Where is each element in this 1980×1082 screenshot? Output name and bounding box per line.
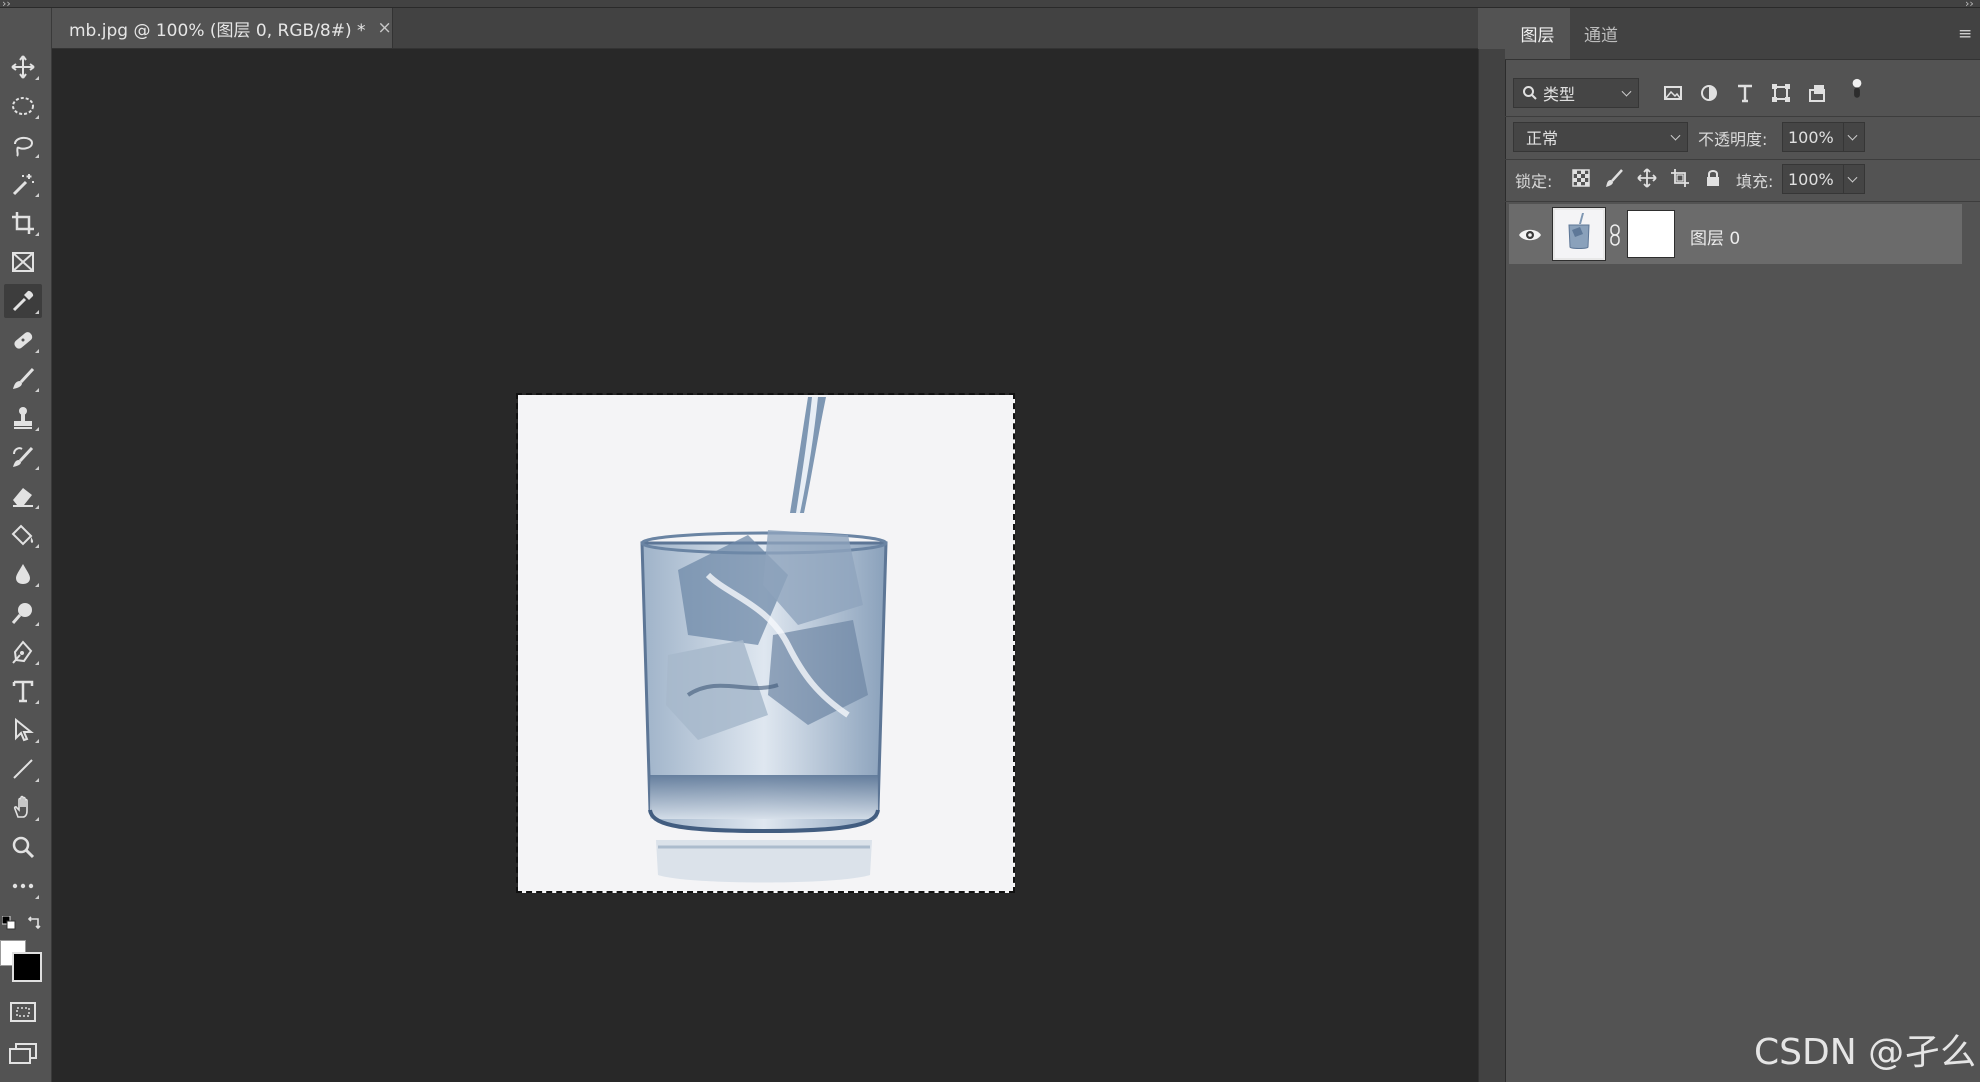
- divider: [1505, 159, 1980, 160]
- hand-tool[interactable]: [4, 791, 42, 825]
- eraser-icon: [13, 488, 33, 507]
- dodge-tool[interactable]: [4, 596, 42, 630]
- fill-label: 填充:: [1736, 172, 1774, 191]
- panel-tabs: 图层 通道: [1505, 8, 1980, 60]
- ellipse-marquee-icon: [12, 97, 34, 115]
- magnifier-icon: [12, 836, 35, 859]
- magic-wand-icon: [12, 174, 34, 196]
- zoom-tool[interactable]: [4, 830, 42, 864]
- layer-mask-thumbnail[interactable]: [1627, 210, 1675, 258]
- collapse-left-icon[interactable]: ››: [2, 0, 11, 9]
- blend-mode-dropdown[interactable]: 正常: [1513, 122, 1688, 152]
- move-icon: [11, 55, 35, 79]
- document-tab[interactable]: mb.jpg @ 100% (图层 0, RGB/8#) * ×: [52, 8, 393, 48]
- brush-tool[interactable]: [4, 362, 42, 396]
- frame-tool[interactable]: [4, 245, 42, 279]
- eye-icon[interactable]: [1517, 222, 1543, 248]
- document-title: mb.jpg @ 100% (图层 0, RGB/8#) *: [69, 20, 366, 41]
- divider: [1505, 201, 1980, 202]
- collapse-right-icon[interactable]: ››: [1965, 0, 1974, 9]
- lasso-icon: [14, 136, 34, 157]
- layer-thumbnail[interactable]: [1552, 207, 1606, 261]
- swap-colors-icon[interactable]: [26, 915, 42, 931]
- crop-icon: [12, 212, 34, 234]
- stamp-icon: [14, 407, 32, 429]
- tab-channels[interactable]: 通道: [1584, 8, 1634, 59]
- filter-toggle-icon[interactable]: [1845, 77, 1869, 101]
- filter-type-icon[interactable]: [1733, 81, 1757, 105]
- document-image[interactable]: [518, 395, 1015, 893]
- lock-transparent-pixels-icon[interactable]: [1569, 166, 1593, 190]
- eyedropper-tool[interactable]: [4, 284, 42, 318]
- frame-icon: [12, 252, 34, 272]
- screen-mode-icon: [9, 1043, 37, 1064]
- filter-adjustment-icon[interactable]: [1697, 81, 1721, 105]
- tools-panel: [0, 8, 52, 1082]
- opacity-value: 100%: [1788, 127, 1834, 147]
- lasso-tool[interactable]: [4, 128, 42, 162]
- arrow-cursor-icon: [15, 717, 34, 742]
- line-tool[interactable]: [4, 752, 42, 786]
- opacity-label: 不透明度:: [1698, 130, 1768, 149]
- drop-icon: [16, 564, 30, 584]
- marquee-tool[interactable]: [4, 89, 42, 123]
- type-icon: [12, 680, 34, 703]
- filter-smart-object-icon[interactable]: [1805, 81, 1829, 105]
- divider: [1505, 116, 1980, 117]
- background-color-swatch[interactable]: [12, 952, 42, 982]
- search-icon: [1523, 86, 1537, 100]
- hand-icon: [13, 795, 28, 818]
- tab-layers[interactable]: 图层: [1505, 8, 1570, 59]
- eyedropper-icon: [12, 290, 34, 312]
- watermark-text: CSDN @孑么: [1754, 1032, 1977, 1073]
- lock-image-pixels-icon[interactable]: [1602, 166, 1626, 190]
- eraser-tool[interactable]: [4, 479, 42, 513]
- history-brush-icon: [13, 446, 34, 467]
- quick-mask-icon: [10, 1002, 36, 1022]
- panel-menu-icon[interactable]: ≡: [1958, 24, 1974, 44]
- more-tools[interactable]: [4, 869, 42, 903]
- dodge-icon: [11, 603, 32, 624]
- glass-thumbnail-icon: [1568, 213, 1590, 249]
- top-strip: ›› ››: [0, 0, 1980, 9]
- default-colors-icon[interactable]: [1, 915, 16, 930]
- lock-position-icon[interactable]: [1635, 166, 1659, 190]
- crop-tool[interactable]: [4, 206, 42, 240]
- layer-filter-dropdown[interactable]: 类型: [1513, 78, 1639, 108]
- blur-tool[interactable]: [4, 557, 42, 591]
- screen-mode-button[interactable]: [6, 1041, 40, 1065]
- paint-bucket-icon: [11, 524, 34, 546]
- paint-bucket-tool[interactable]: [4, 518, 42, 552]
- layer-name[interactable]: 图层 0: [1690, 224, 1740, 249]
- brush-icon: [13, 367, 35, 389]
- filter-pixel-icon[interactable]: [1661, 81, 1685, 105]
- chain-link-icon[interactable]: [1609, 224, 1621, 246]
- history-brush-tool[interactable]: [4, 440, 42, 474]
- lock-all-icon[interactable]: [1701, 166, 1725, 190]
- canvas-scrollbar[interactable]: [1478, 49, 1505, 1082]
- blend-mode-value: 正常: [1526, 129, 1559, 148]
- pen-tool[interactable]: [4, 635, 42, 669]
- more-dots-icon: [12, 883, 34, 889]
- line-icon: [13, 759, 33, 779]
- pen-icon: [12, 640, 33, 664]
- fill-field[interactable]: 100%: [1782, 164, 1865, 194]
- filter-label: 类型: [1543, 85, 1576, 104]
- lock-label: 锁定:: [1515, 172, 1553, 191]
- close-tab-icon[interactable]: ×: [378, 18, 392, 38]
- filter-shape-icon[interactable]: [1769, 81, 1793, 105]
- quick-mask-button[interactable]: [6, 1000, 40, 1024]
- lock-artboard-icon[interactable]: [1668, 166, 1692, 190]
- bandage-icon: [14, 332, 33, 349]
- magic-wand-tool[interactable]: [4, 167, 42, 201]
- fill-value: 100%: [1788, 169, 1834, 189]
- clone-stamp-tool[interactable]: [4, 401, 42, 435]
- move-tool[interactable]: [4, 50, 42, 84]
- healing-brush-tool[interactable]: [4, 323, 42, 357]
- path-selection-tool[interactable]: [4, 713, 42, 747]
- opacity-field[interactable]: 100%: [1782, 122, 1865, 152]
- glass-of-water-image: [640, 397, 888, 883]
- type-tool[interactable]: [4, 674, 42, 708]
